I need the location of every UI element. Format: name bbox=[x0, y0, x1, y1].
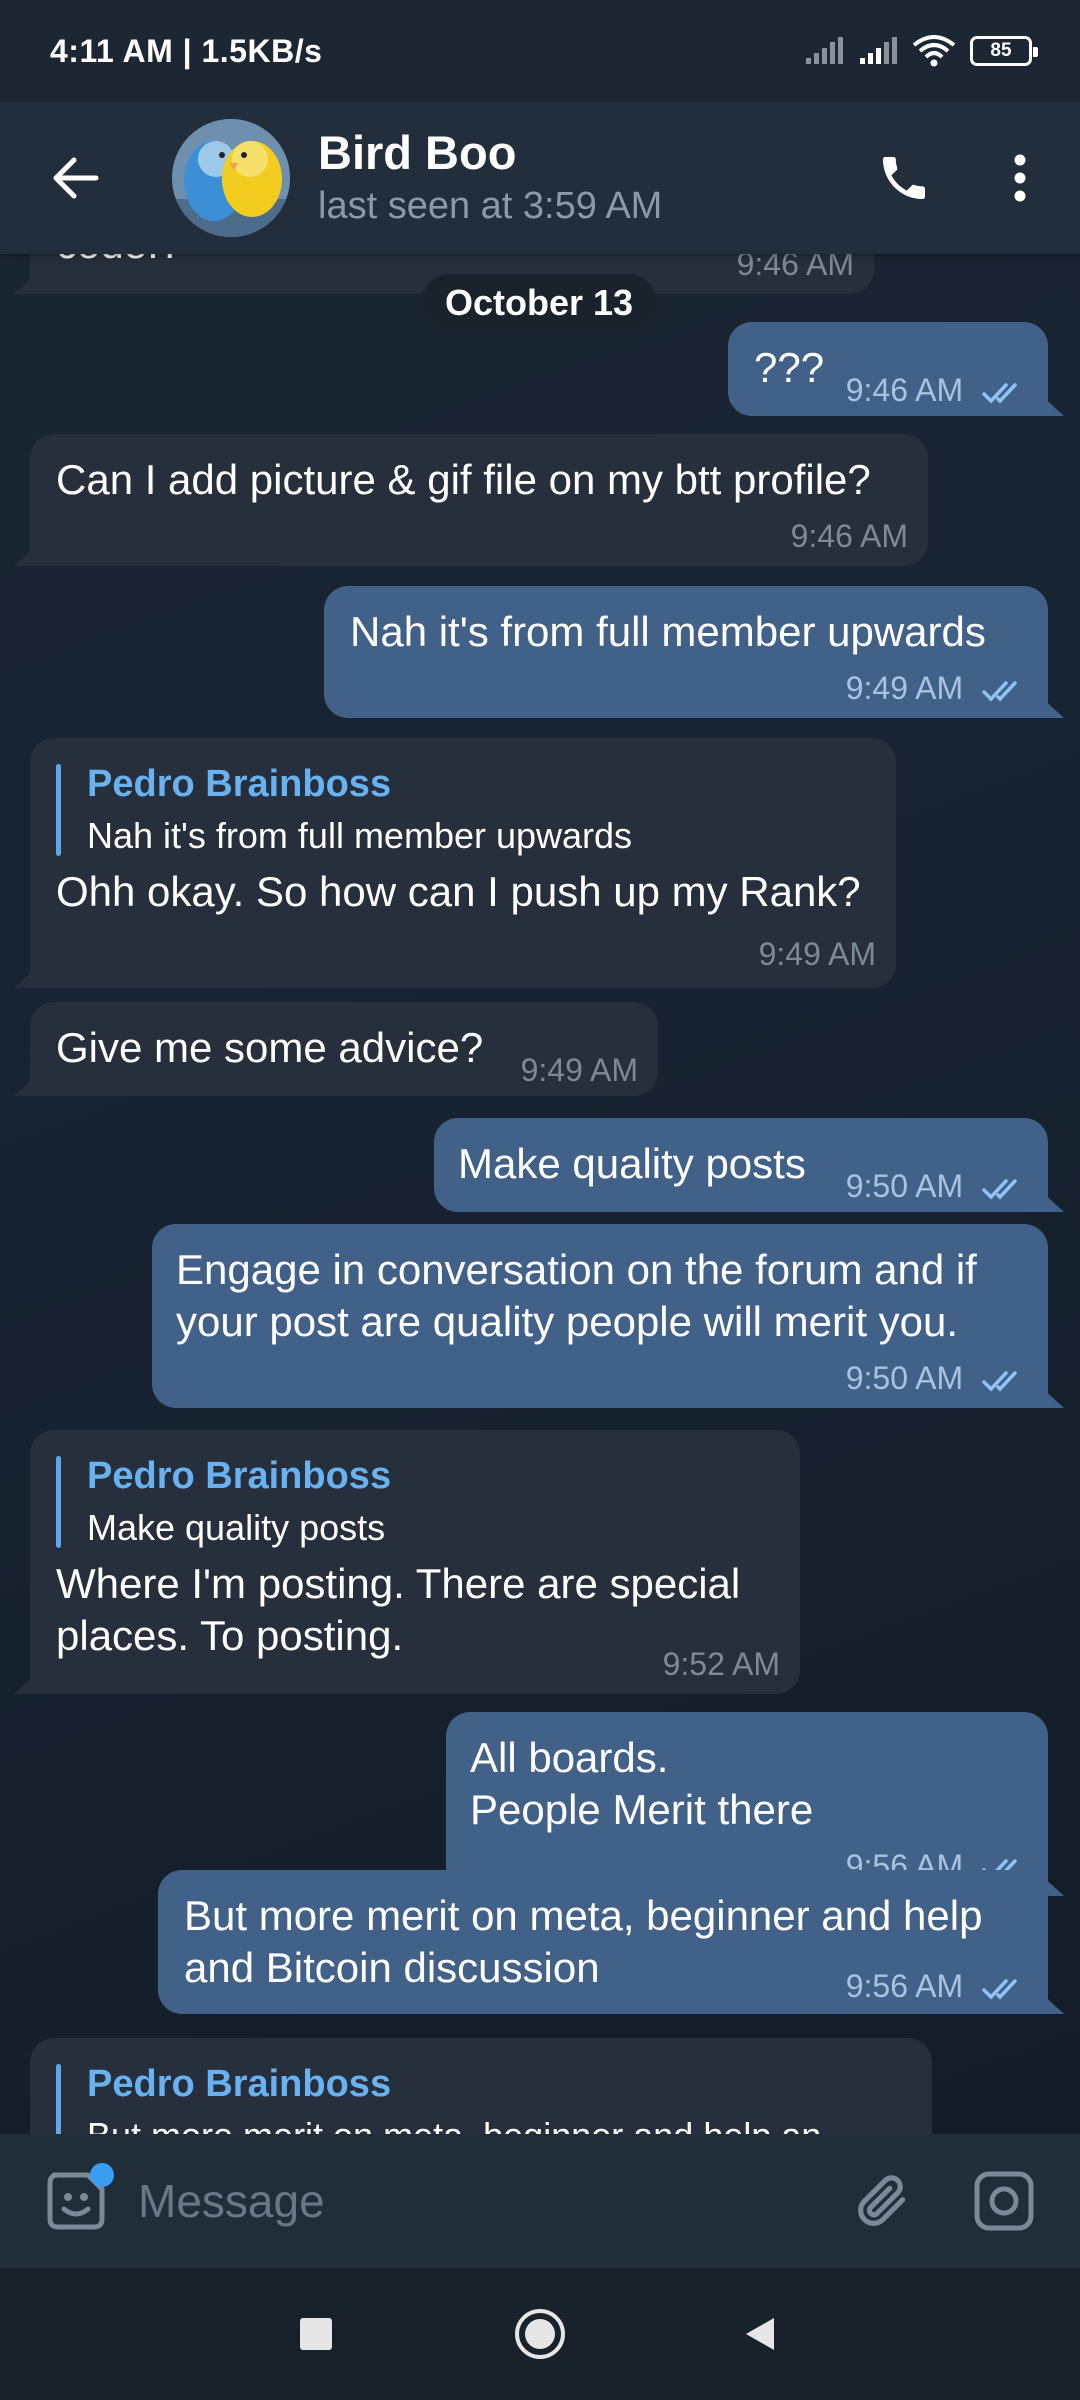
reply-author: Pedro Brainboss bbox=[87, 763, 392, 805]
reply-text: Nah it's from full member upwards bbox=[87, 815, 633, 856]
arrow-left-icon bbox=[53, 157, 99, 199]
date-separator: October 13 bbox=[421, 274, 657, 332]
reply-text: But more merit on meta, beginner and hel… bbox=[87, 2114, 821, 2134]
home-button[interactable] bbox=[504, 2298, 576, 2370]
status-icons: 85 bbox=[804, 35, 1038, 67]
message-time-text: 9:50 AM bbox=[845, 1168, 964, 1204]
message-composer bbox=[0, 2134, 1080, 2268]
message-incoming-reply[interactable]: Pedro Brainboss But more merit on meta, … bbox=[30, 2038, 932, 2134]
message-outgoing[interactable]: Make quality posts 9:50 AM bbox=[434, 1118, 1048, 1212]
camera-icon bbox=[974, 2171, 1034, 2231]
message-incoming-reply[interactable]: Pedro Brainboss Make quality posts Where… bbox=[30, 1430, 800, 1694]
camera-button[interactable] bbox=[966, 2163, 1042, 2239]
message-text: Ohh okay. So how can I push up my Rank? bbox=[56, 868, 861, 915]
reply-author: Pedro Brainboss bbox=[87, 1455, 392, 1497]
reply-text: Make quality posts bbox=[87, 1507, 386, 1548]
message-time: 9:46 AM bbox=[846, 370, 1028, 410]
back-nav-button[interactable] bbox=[724, 2298, 796, 2370]
wifi-icon bbox=[912, 35, 956, 67]
square-recents-icon bbox=[300, 2318, 332, 2350]
double-check-icon bbox=[982, 382, 1017, 404]
reply-quote-bar bbox=[56, 764, 61, 856]
battery-level: 85 bbox=[990, 40, 1012, 61]
message-time: 9:50 AM bbox=[846, 1358, 1028, 1398]
system-navigation-bar bbox=[0, 2268, 1080, 2400]
chat-header: Bird Boo last seen at 3:59 AM bbox=[0, 102, 1080, 254]
message-text: ??? bbox=[754, 344, 825, 391]
reply-quote-bar bbox=[56, 1456, 61, 1548]
message-text: All boards. People Merit there bbox=[470, 1734, 814, 1833]
message-time: 9:46 AM bbox=[736, 254, 854, 282]
message-time-text: 9:46 AM bbox=[845, 372, 964, 408]
signal-icon bbox=[860, 37, 897, 64]
double-check-icon bbox=[982, 1370, 1017, 1392]
message-incoming-reply[interactable]: Pedro Brainboss Nah it's from full membe… bbox=[30, 738, 896, 988]
attach-button[interactable] bbox=[844, 2163, 920, 2239]
call-button[interactable] bbox=[866, 140, 942, 216]
reply-author: Pedro Brainboss bbox=[87, 2063, 392, 2105]
status-bar: 4:11 AM | 1.5KB/s 85 bbox=[0, 0, 1080, 102]
message-time-text: 9:56 AM bbox=[845, 1968, 964, 2004]
chat-name: Bird Boo bbox=[318, 126, 517, 179]
battery-icon: 85 bbox=[970, 36, 1038, 66]
message-list[interactable]: code.? 9:46 AM October 13 ??? 9:46 AM Ca… bbox=[0, 254, 1080, 2134]
message-time-text: 9:49 AM bbox=[845, 670, 964, 706]
message-time: 9:49 AM bbox=[758, 936, 876, 972]
message-time-text: 9:50 AM bbox=[845, 1360, 964, 1396]
message-outgoing[interactable]: Engage in conversation on the forum and … bbox=[152, 1224, 1048, 1408]
sticker-button[interactable] bbox=[38, 2163, 114, 2239]
paperclip-icon bbox=[858, 2175, 906, 2226]
status-time: 4:11 AM | 1.5KB/s bbox=[50, 32, 323, 69]
parakeets-photo bbox=[172, 119, 290, 237]
more-menu-button[interactable] bbox=[982, 140, 1058, 216]
message-time: 9:49 AM bbox=[520, 1052, 638, 1088]
message-text: Can I add picture & gif file on my btt p… bbox=[56, 456, 871, 503]
more-vertical-icon bbox=[1014, 154, 1026, 202]
message-text: Nah it's from full member upwards bbox=[350, 608, 986, 655]
message-time: 9:50 AM bbox=[846, 1166, 1028, 1206]
message-text: Give me some advice? bbox=[56, 1024, 484, 1071]
message-incoming[interactable]: Give me some advice? 9:49 AM bbox=[30, 1002, 658, 1096]
double-check-icon bbox=[982, 1178, 1017, 1200]
message-outgoing[interactable]: But more merit on meta, beginner and hel… bbox=[158, 1870, 1048, 2014]
signal-icon bbox=[806, 37, 843, 64]
double-check-icon bbox=[982, 1978, 1017, 2000]
double-check-icon bbox=[982, 680, 1017, 702]
notification-dot bbox=[90, 2163, 114, 2187]
last-seen-status: last seen at 3:59 AM bbox=[318, 185, 663, 227]
circle-home-icon bbox=[515, 2309, 565, 2359]
message-outgoing[interactable]: All boards. People Merit there 9:56 AM bbox=[446, 1712, 1048, 1896]
message-input[interactable] bbox=[138, 2174, 844, 2228]
back-button[interactable] bbox=[40, 143, 110, 213]
phone-icon bbox=[883, 157, 925, 199]
triangle-back-icon bbox=[746, 2318, 774, 2350]
reply-quote-bar bbox=[56, 2064, 61, 2134]
recents-button[interactable] bbox=[280, 2298, 352, 2370]
message-time: 9:52 AM bbox=[662, 1646, 780, 1682]
message-time: 9:56 AM bbox=[846, 1966, 1028, 2006]
message-text: Where I'm posting. There are special pla… bbox=[56, 1560, 741, 1659]
message-text: Make quality posts bbox=[458, 1140, 806, 1187]
message-text: Engage in conversation on the forum and … bbox=[176, 1246, 977, 1345]
message-outgoing[interactable]: Nah it's from full member upwards 9:49 A… bbox=[324, 586, 1048, 718]
message-time: 9:46 AM bbox=[790, 518, 908, 554]
message-time: 9:49 AM bbox=[846, 668, 1028, 708]
message-incoming[interactable]: Can I add picture & gif file on my btt p… bbox=[30, 434, 928, 566]
message-text: code.? bbox=[56, 254, 182, 270]
chat-title-block[interactable]: Bird Boo last seen at 3:59 AM bbox=[318, 125, 662, 231]
message-outgoing[interactable]: ??? 9:46 AM bbox=[728, 322, 1048, 416]
avatar[interactable] bbox=[172, 119, 290, 237]
